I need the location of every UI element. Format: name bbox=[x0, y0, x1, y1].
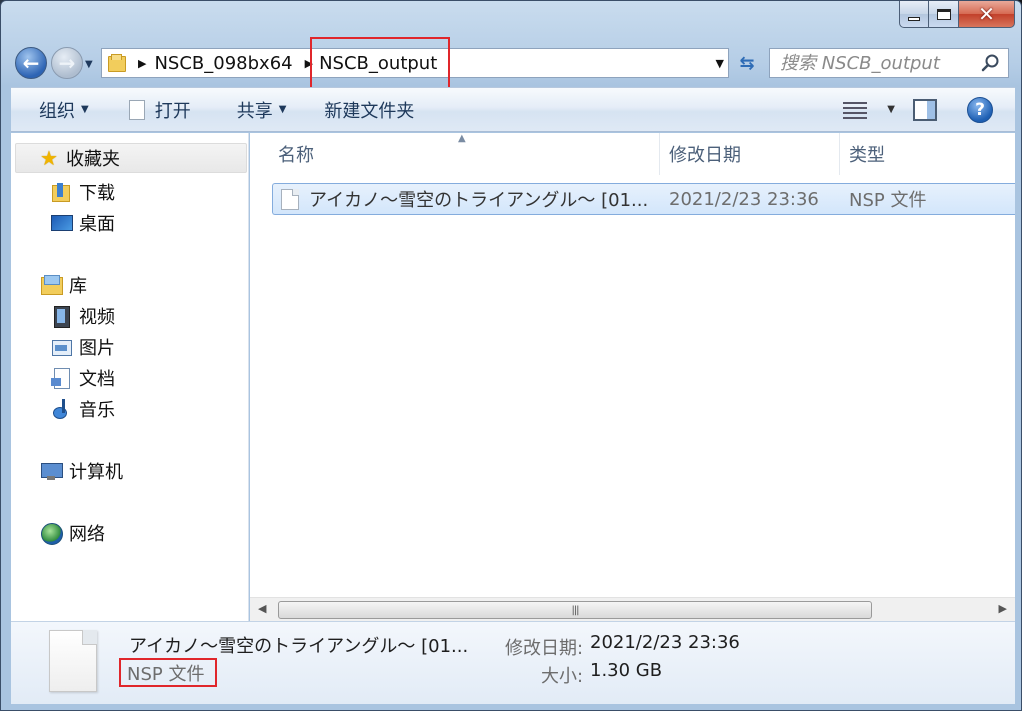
column-header-name[interactable]: 名称 bbox=[278, 133, 658, 175]
share-label: 共享 bbox=[236, 100, 273, 122]
music-icon bbox=[51, 399, 71, 419]
network-icon bbox=[41, 523, 63, 545]
navigation-pane: ★ 收藏夹 下载 桌面 库 视频 图片 文档 音乐 计算机 网络 bbox=[11, 133, 249, 621]
details-pane: アイカノ〜雪空のトライアングル〜 [01... NSP 文件 修改日期: 202… bbox=[11, 621, 1015, 704]
nav-item-network[interactable]: 网络 bbox=[41, 520, 105, 546]
nav-item-desktop[interactable]: 桌面 bbox=[51, 210, 115, 236]
help-icon[interactable]: ? bbox=[967, 96, 993, 123]
downloads-folder-icon bbox=[51, 182, 71, 202]
file-list: ▲ 名称 修改日期 类型 アイカノ〜雪空のトライアングル〜 [01... 202… bbox=[250, 133, 1015, 621]
back-button[interactable]: ← bbox=[15, 47, 47, 79]
file-icon bbox=[281, 189, 299, 210]
folder-icon bbox=[108, 54, 126, 72]
explorer-window: ✕ ← → ▼ ▶ NSCB_098bx64 ▶ NSCB_output ▼ ⇆… bbox=[0, 0, 1022, 711]
nav-item-favorites[interactable]: ★ 收藏夹 bbox=[15, 143, 247, 173]
preview-pane-icon[interactable] bbox=[913, 98, 937, 121]
address-dropdown-icon[interactable]: ▼ bbox=[716, 57, 724, 70]
file-name: アイカノ〜雪空のトライアングル〜 [01... bbox=[309, 190, 649, 211]
breadcrumb-item[interactable]: NSCB_098bx64 bbox=[154, 53, 292, 74]
open-button[interactable]: 打开 bbox=[101, 88, 203, 131]
search-input[interactable] bbox=[780, 52, 976, 74]
desktop-icon bbox=[51, 213, 73, 233]
video-icon bbox=[51, 306, 71, 328]
file-thumbnail-icon bbox=[49, 630, 97, 692]
details-size-label: 大小: bbox=[541, 666, 584, 687]
new-folder-button[interactable]: 新建文件夹 bbox=[298, 88, 426, 131]
open-label: 打开 bbox=[154, 100, 191, 122]
share-button[interactable]: 共享 ▼ bbox=[203, 88, 299, 131]
nav-item-computer[interactable]: 计算机 bbox=[41, 458, 123, 484]
grip-icon: ||| bbox=[571, 604, 579, 616]
details-modified-label: 修改日期: bbox=[505, 638, 584, 659]
search-icon[interactable] bbox=[980, 53, 1000, 73]
documents-icon bbox=[51, 368, 71, 389]
column-header-type[interactable]: 类型 bbox=[849, 133, 1009, 175]
chevron-down-icon: ▼ bbox=[278, 104, 287, 115]
nav-item-music[interactable]: 音乐 bbox=[51, 396, 115, 422]
chevron-down-icon: ▼ bbox=[81, 104, 89, 115]
details-file-name: アイカノ〜雪空のトライアングル〜 [01... bbox=[129, 636, 469, 657]
minimize-button[interactable] bbox=[899, 1, 929, 28]
document-icon bbox=[128, 99, 145, 120]
recent-pages-dropdown[interactable]: ▼ bbox=[85, 59, 93, 70]
nav-item-downloads[interactable]: 下载 bbox=[51, 179, 115, 205]
type-highlight-box bbox=[119, 658, 217, 687]
new-folder-label: 新建文件夹 bbox=[324, 100, 415, 122]
details-modified-value: 2021/2/23 23:36 bbox=[590, 632, 740, 653]
organize-label: 组织 bbox=[39, 100, 75, 122]
command-bar: 组织 ▼ 打开 共享 ▼ 新建文件夹 ▼ ? bbox=[11, 87, 1015, 132]
nav-item-libraries[interactable]: 库 bbox=[41, 272, 87, 298]
scroll-right-icon[interactable]: ▶ bbox=[999, 602, 1007, 615]
forward-button[interactable]: → bbox=[51, 47, 83, 79]
libraries-icon bbox=[41, 275, 63, 295]
file-row[interactable]: アイカノ〜雪空のトライアングル〜 [01... 2021/2/23 23:36 … bbox=[272, 183, 1015, 215]
breadcrumb-separator-icon[interactable]: ▶ bbox=[138, 57, 146, 70]
computer-icon bbox=[41, 461, 63, 481]
horizontal-scrollbar[interactable]: ◀ ||| ▶ bbox=[250, 597, 1015, 621]
file-modified: 2021/2/23 23:36 bbox=[669, 188, 819, 210]
maximize-icon bbox=[936, 8, 951, 20]
scrollbar-thumb[interactable]: ||| bbox=[278, 601, 872, 619]
chevron-down-icon[interactable]: ▼ bbox=[887, 104, 895, 115]
pictures-icon bbox=[51, 337, 72, 357]
search-box[interactable] bbox=[769, 48, 1009, 78]
minimize-icon bbox=[908, 17, 920, 21]
details-size-value: 1.30 GB bbox=[590, 660, 663, 681]
maximize-button[interactable] bbox=[929, 1, 959, 28]
close-button[interactable]: ✕ bbox=[959, 1, 1015, 28]
back-arrow-icon: ← bbox=[22, 51, 40, 75]
organize-button[interactable]: 组织 ▼ bbox=[11, 88, 101, 131]
change-view-icon[interactable] bbox=[843, 100, 868, 120]
toolbar-right-group: ▼ ? bbox=[843, 88, 1015, 131]
file-type: NSP 文件 bbox=[849, 190, 927, 211]
star-icon: ★ bbox=[40, 146, 58, 170]
nav-item-documents[interactable]: 文档 bbox=[51, 365, 115, 391]
scroll-left-icon[interactable]: ◀ bbox=[258, 602, 266, 615]
nav-item-pictures[interactable]: 图片 bbox=[51, 334, 115, 360]
close-icon: ✕ bbox=[978, 2, 995, 26]
column-header-modified[interactable]: 修改日期 bbox=[669, 133, 839, 175]
nav-item-videos[interactable]: 视频 bbox=[51, 303, 115, 329]
forward-arrow-icon: → bbox=[58, 51, 76, 75]
refresh-button[interactable]: ⇆ bbox=[732, 49, 762, 77]
refresh-icon: ⇆ bbox=[739, 52, 755, 74]
column-divider[interactable] bbox=[659, 133, 660, 175]
column-divider[interactable] bbox=[839, 133, 840, 175]
caption-buttons: ✕ bbox=[899, 1, 1015, 28]
